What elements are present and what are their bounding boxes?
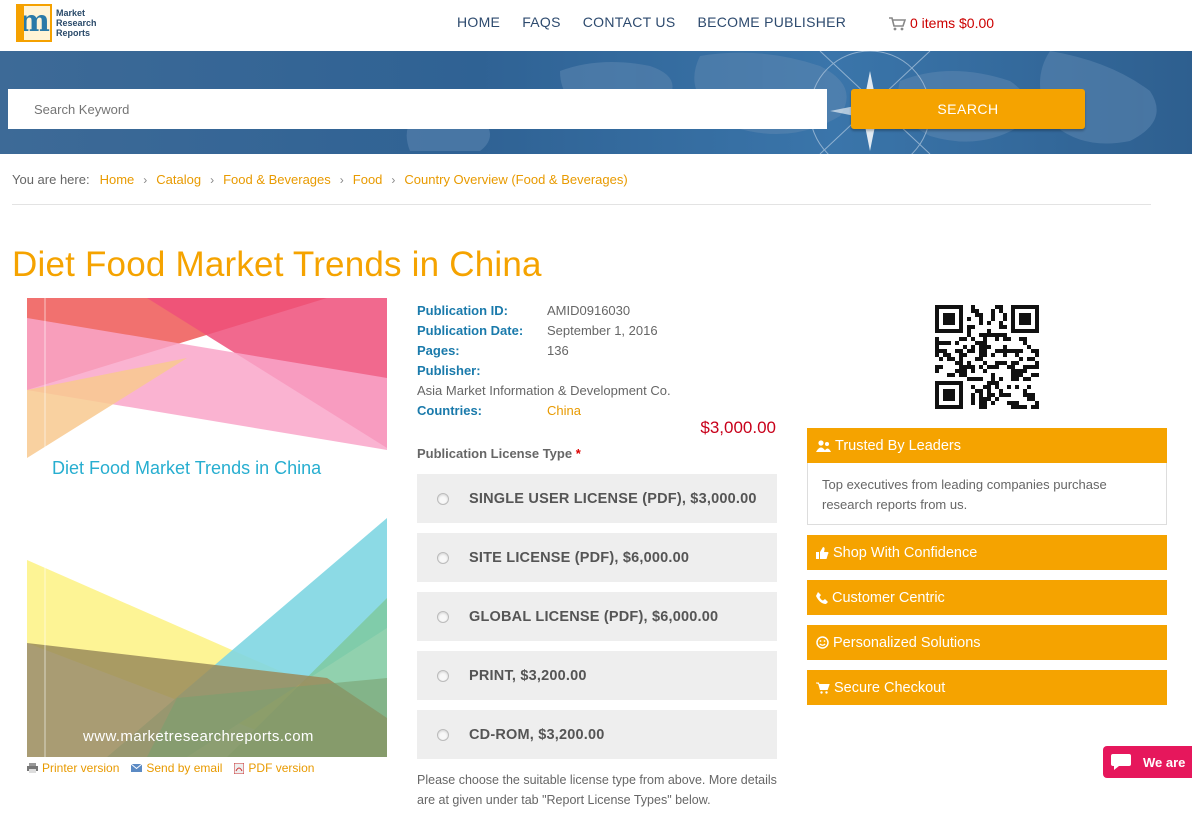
customer-centric[interactable]: Customer Centric	[807, 580, 1167, 615]
license-option-print[interactable]: PRINT, $3,200.00	[417, 651, 777, 700]
cover-title: Diet Food Market Trends in China	[52, 458, 322, 478]
breadcrumb-label: You are here:	[12, 172, 90, 187]
report-price: $3,000.00	[700, 418, 776, 437]
detail-row-publication-date: Publication Date: September 1, 2016	[417, 322, 658, 338]
radio-button[interactable]	[437, 551, 449, 564]
search-banner: SEARCH	[0, 51, 1192, 154]
radio-button[interactable]	[437, 728, 449, 741]
search-button[interactable]: SEARCH	[851, 89, 1085, 129]
printer-icon	[27, 763, 38, 773]
logo-text: Market Research Reports	[56, 8, 97, 38]
chevron-right-icon: ›	[143, 172, 148, 187]
pages-count: 136	[547, 342, 569, 358]
nav-faqs[interactable]: FAQS	[522, 14, 561, 30]
license-option-global[interactable]: GLOBAL LICENSE (PDF), $6,000.00	[417, 592, 777, 641]
thumbs-up-icon	[816, 546, 829, 559]
users-icon	[816, 439, 831, 452]
logo-mark: m	[16, 4, 52, 42]
breadcrumb-food[interactable]: Food	[353, 172, 383, 187]
site-logo[interactable]: m Market Research Reports	[16, 4, 106, 42]
publication-details: Publication ID: AMID0916030 Publication …	[417, 300, 671, 420]
site-header: m Market Research Reports HOME FAQS CONT…	[0, 0, 1192, 51]
radio-button[interactable]	[437, 669, 449, 682]
publication-date: September 1, 2016	[547, 322, 658, 338]
main-nav: HOME FAQS CONTACT US BECOME PUBLISHER	[446, 14, 857, 30]
breadcrumb-country-overview[interactable]: Country Overview (Food & Beverages)	[404, 172, 627, 187]
nav-become-publisher[interactable]: BECOME PUBLISHER	[697, 14, 846, 30]
chevron-right-icon: ›	[391, 172, 396, 187]
publisher-name: Asia Market Information & Development Co…	[417, 382, 671, 398]
personalized-solutions[interactable]: Personalized Solutions	[807, 625, 1167, 660]
email-icon	[131, 764, 143, 772]
publication-id: AMID0916030	[547, 302, 631, 318]
detail-row-publication-id: Publication ID: AMID0916030	[417, 302, 631, 318]
cover-url: www.marketresearchreports.com	[83, 728, 314, 745]
phone-icon	[816, 591, 828, 604]
detail-row-pages: Pages: 136	[417, 342, 569, 358]
required-mark: *	[575, 446, 581, 461]
send-by-email-link[interactable]: Send by email	[131, 761, 222, 775]
report-cover-image: Diet Food Market Trends in China www.mar…	[27, 298, 387, 757]
trusted-by-leaders-body: Top executives from leading companies pu…	[807, 463, 1167, 525]
detail-row-publisher: Publisher:	[417, 362, 481, 378]
license-option-cd-rom[interactable]: CD-ROM, $3,200.00	[417, 710, 777, 759]
pdf-icon	[234, 762, 245, 774]
trusted-by-leaders-header[interactable]: Trusted By Leaders	[807, 428, 1167, 463]
smile-icon	[816, 636, 829, 649]
license-type-heading: Publication License Type *	[417, 446, 581, 461]
divider	[12, 204, 1151, 205]
license-option-site[interactable]: SITE LICENSE (PDF), $6,000.00	[417, 533, 777, 582]
nav-contact-us[interactable]: CONTACT US	[583, 14, 676, 30]
cart-icon	[816, 682, 830, 694]
breadcrumb-home[interactable]: Home	[100, 172, 135, 187]
country-link[interactable]: China	[547, 403, 581, 418]
share-links: Printer version Send by email PDF versio…	[27, 761, 326, 775]
pdf-version-link[interactable]: PDF version	[234, 761, 314, 775]
detail-row-countries: Countries: China	[417, 402, 581, 418]
qr-code	[935, 305, 1039, 409]
breadcrumb-catalog[interactable]: Catalog	[156, 172, 201, 187]
nav-home[interactable]: HOME	[457, 14, 500, 30]
search-input[interactable]	[8, 89, 827, 129]
license-option-single-user[interactable]: SINGLE USER LICENSE (PDF), $3,000.00	[417, 474, 777, 523]
page-title: Diet Food Market Trends in China	[12, 245, 542, 284]
radio-button[interactable]	[437, 492, 449, 505]
chat-widget-tab[interactable]: We are	[1103, 746, 1192, 778]
chevron-right-icon: ›	[210, 172, 215, 187]
chat-label: We are	[1143, 754, 1186, 770]
secure-checkout[interactable]: Secure Checkout	[807, 670, 1167, 705]
radio-button[interactable]	[437, 610, 449, 623]
chevron-right-icon: ›	[339, 172, 344, 187]
chat-bubble-icon	[1111, 754, 1131, 770]
cart-link[interactable]: 0 items $0.00	[888, 15, 994, 31]
license-note: Please choose the suitable license type …	[417, 773, 777, 807]
shop-with-confidence[interactable]: Shop With Confidence	[807, 535, 1167, 570]
cart-icon	[889, 16, 906, 30]
cover-graphic	[27, 298, 387, 757]
breadcrumb: You are here: Home › Catalog › Food & Be…	[12, 172, 628, 187]
breadcrumb-food-beverages[interactable]: Food & Beverages	[223, 172, 331, 187]
printer-version-link[interactable]: Printer version	[27, 761, 119, 775]
cart-summary: 0 items $0.00	[910, 15, 995, 31]
